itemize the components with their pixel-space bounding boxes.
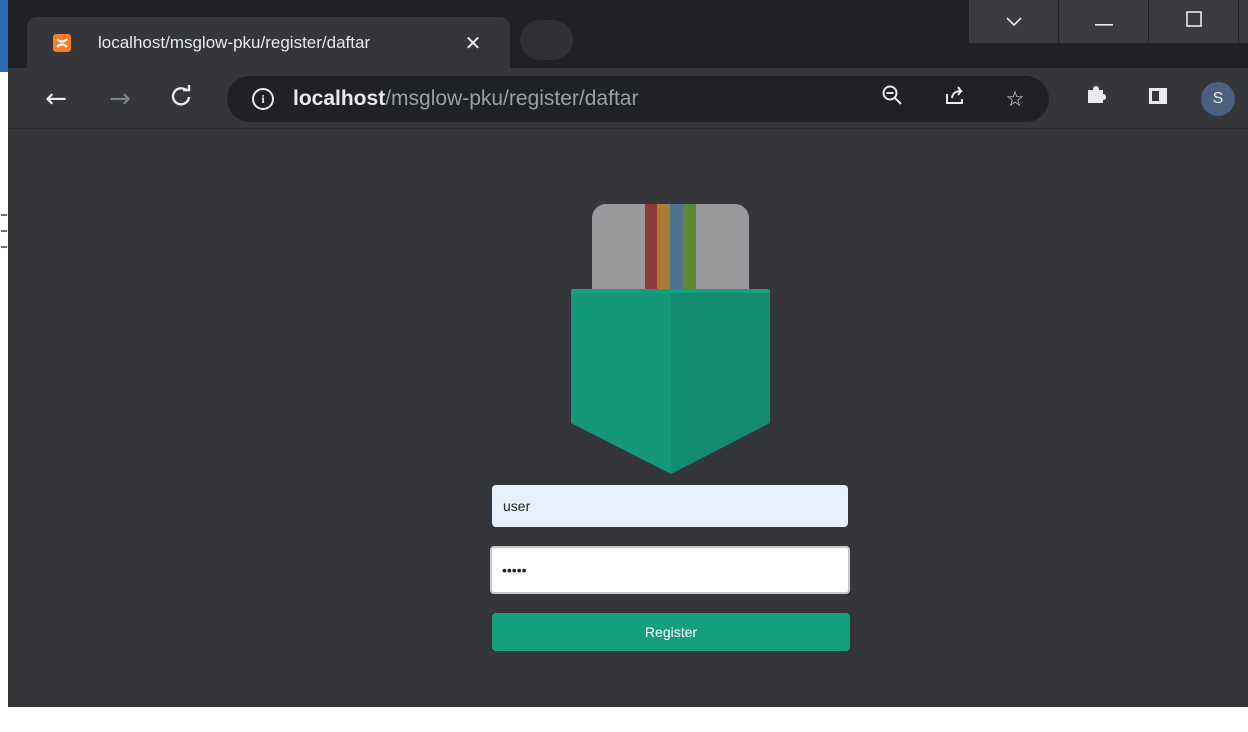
xampp-logo-icon — [56, 38, 68, 48]
tab-strip: localhost/msglow-pku/register/daftar ✕ — [8, 0, 1248, 68]
profile-avatar[interactable]: S — [1201, 82, 1235, 116]
zoom-icon[interactable] — [877, 84, 907, 114]
password-input[interactable] — [490, 546, 850, 594]
pocket-left — [571, 290, 671, 474]
zoom-out-icon — [882, 85, 902, 105]
url-text[interactable]: localhost/msglow-pku/register/daftar — [293, 84, 638, 114]
browser-window: localhost/msglow-pku/register/daftar ✕ ←… — [8, 0, 1248, 707]
extensions-puzzle-icon[interactable] — [1080, 82, 1112, 114]
screen: localhost/msglow-pku/register/daftar ✕ ←… — [0, 0, 1248, 732]
tab-search-button[interactable] — [968, 0, 1058, 43]
url-path: /msglow-pku/register/daftar — [385, 87, 639, 110]
pocket-top-edge — [571, 289, 770, 293]
info-icon[interactable]: i — [252, 88, 274, 110]
desktop-bottom — [0, 707, 1248, 732]
active-tab[interactable]: localhost/msglow-pku/register/daftar ✕ — [27, 17, 510, 68]
minimize-button[interactable] — [1058, 0, 1148, 43]
pocket-card-logo — [571, 204, 770, 474]
desktop-tick — [1, 214, 7, 216]
desktop-tick — [1, 246, 7, 248]
tab-title-fade — [412, 27, 444, 59]
share-icon[interactable] — [940, 84, 970, 114]
username-input[interactable] — [492, 485, 848, 527]
reload-icon — [171, 85, 191, 106]
new-tab-button[interactable] — [520, 20, 573, 60]
register-button[interactable]: Register — [492, 613, 850, 651]
forward-button[interactable]: → — [103, 82, 137, 116]
desktop-tick — [1, 230, 7, 232]
url-host: localhost — [293, 87, 386, 110]
xampp-favicon-icon — [53, 34, 71, 52]
bookmark-star-icon[interactable]: ☆ — [1000, 84, 1030, 114]
desktop-window-edge — [0, 0, 8, 72]
close-tab-icon[interactable]: ✕ — [461, 29, 485, 57]
puzzle-icon — [1088, 86, 1106, 103]
pocket-right — [671, 290, 770, 474]
close-window-button[interactable] — [1238, 0, 1248, 43]
back-button[interactable]: ← — [39, 82, 73, 116]
maximize-icon — [1185, 11, 1202, 27]
tab-title: localhost/msglow-pku/register/daftar — [98, 33, 371, 52]
browser-toolbar: ← → i localhost/msglow-pku/register/daft… — [8, 68, 1248, 129]
share-arrow-icon — [946, 86, 963, 104]
maximize-button[interactable] — [1148, 0, 1238, 43]
reload-button[interactable] — [164, 82, 198, 116]
side-panel-icon[interactable] — [1149, 88, 1167, 104]
chevron-down-icon — [1005, 17, 1022, 27]
address-bar[interactable]: i localhost/msglow-pku/register/daftar ☆ — [227, 76, 1049, 122]
minimize-icon — [1094, 24, 1113, 26]
page-viewport: Register — [8, 129, 1248, 707]
